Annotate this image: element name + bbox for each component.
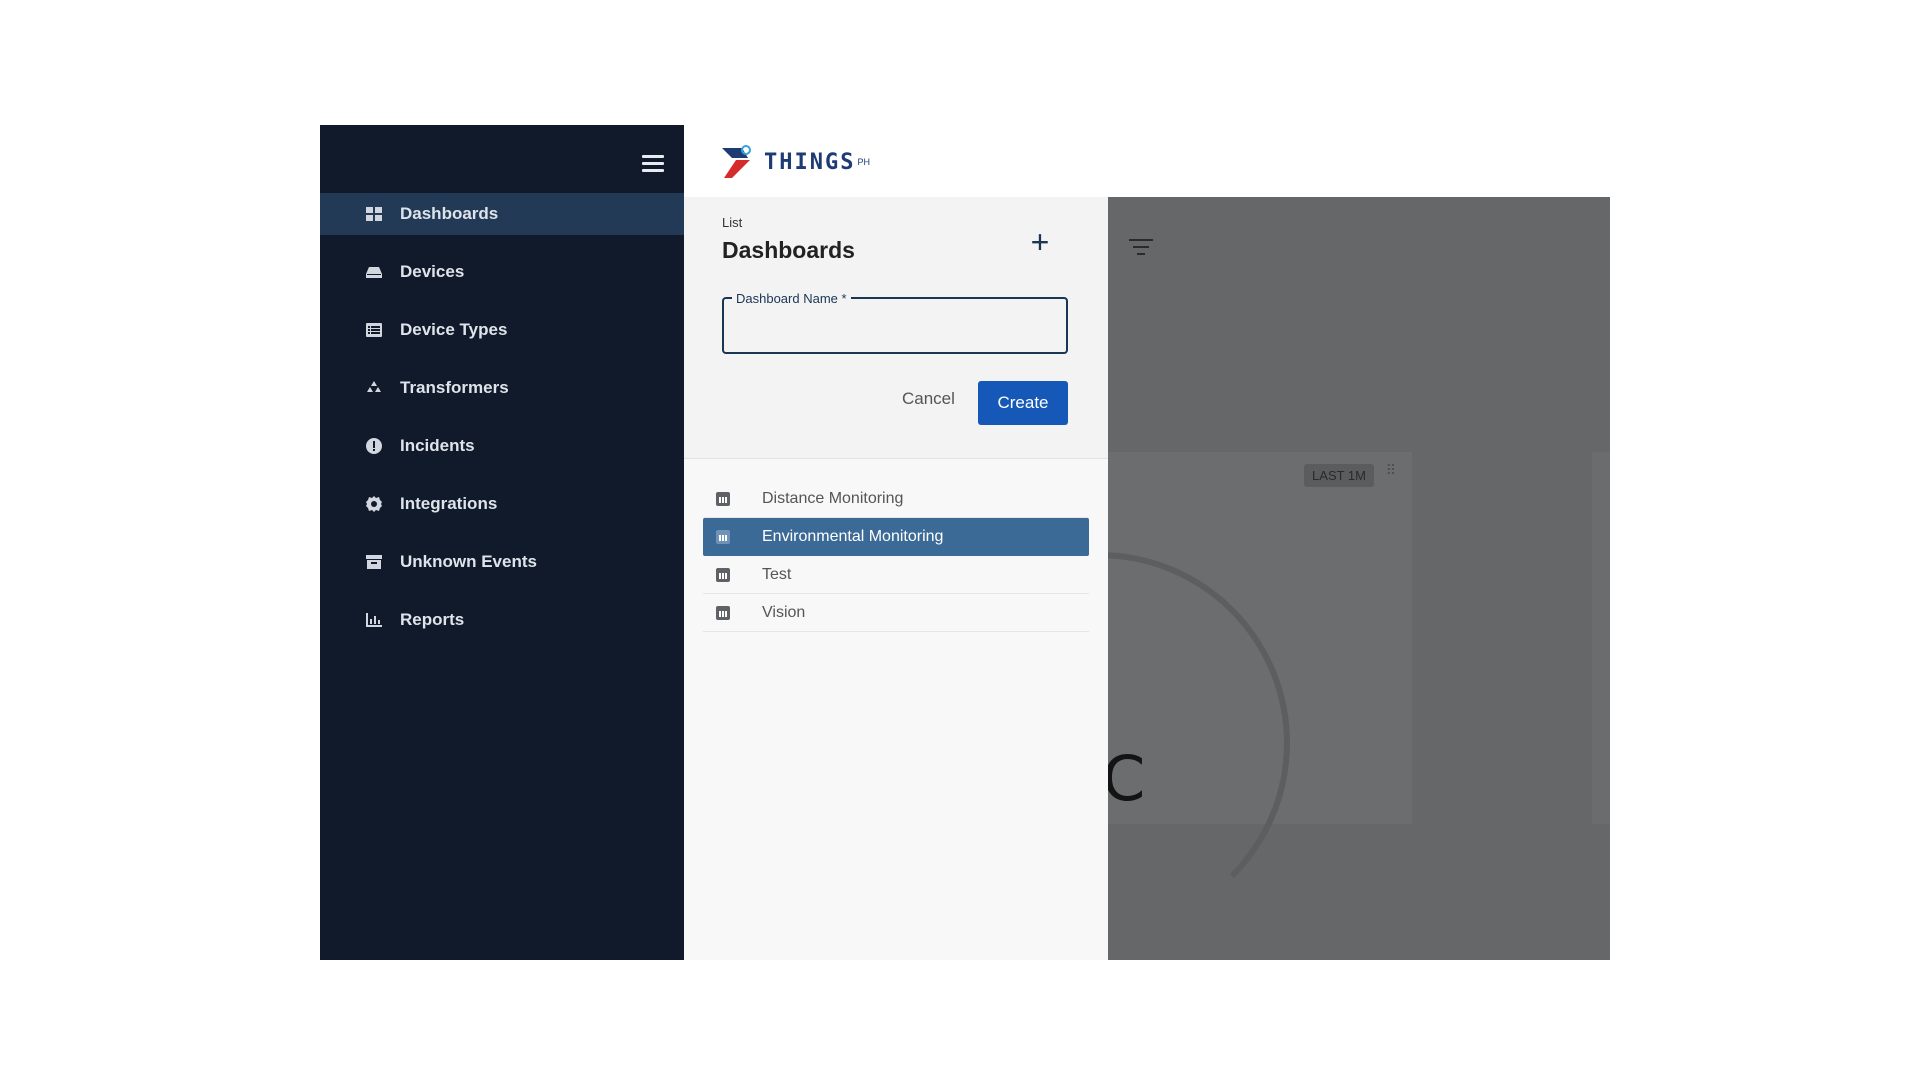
sidebar-item-label: Incidents [400, 436, 475, 455]
chart-icon [716, 530, 730, 544]
sidebar-item-incidents[interactable]: Incidents [320, 425, 684, 467]
sidebar-item-label: Devices [400, 262, 465, 281]
drag-handle-icon[interactable]: ⠿ [1386, 462, 1396, 479]
list-item[interactable]: Distance Monitoring [703, 480, 1089, 518]
dashboards-panel: List Dashboards + Dashboard Name * Cance… [684, 197, 1108, 960]
app-window: Dashboards Devices Device Types Transfor… [320, 125, 1610, 960]
dashboard-name-label: Dashboard Name * [732, 291, 851, 306]
list-item-label: Vision [762, 603, 806, 621]
alert-icon [364, 436, 384, 456]
sidebar-item-label: Dashboards [400, 204, 499, 223]
sidebar-item-label: Device Types [400, 320, 508, 339]
sidebar-item-reports[interactable]: Reports [320, 599, 684, 641]
sidebar-item-unknown-events[interactable]: Unknown Events [320, 541, 684, 583]
dashboard-icon [364, 204, 384, 224]
list-item[interactable]: Test [703, 556, 1089, 594]
dashboard-list: Distance Monitoring Environmental Monito… [703, 480, 1089, 632]
panel-title: Dashboards [722, 237, 855, 263]
list-item[interactable]: Vision [703, 594, 1089, 632]
breadcrumb: List [722, 215, 743, 230]
sidebar-item-label: Reports [400, 610, 465, 629]
dashboard-name-input[interactable] [724, 299, 1066, 352]
sidebar-item-label: Unknown Events [400, 552, 537, 571]
widget-card-edge [1592, 452, 1610, 824]
archive-icon [364, 552, 384, 572]
chart-icon [716, 605, 730, 620]
device-icon [364, 262, 384, 282]
list-item-label: Environmental Monitoring [762, 528, 944, 545]
time-range-badge[interactable]: LAST 1M [1304, 464, 1374, 487]
list-item-label: Test [762, 565, 792, 583]
gear-icon [364, 494, 384, 514]
sidebar-item-label: Integrations [400, 494, 498, 513]
list-item-label: Distance Monitoring [762, 489, 904, 507]
brand-name: THINGS [764, 149, 856, 175]
gauge-value: C [1102, 742, 1146, 815]
sidebar-item-dashboards[interactable]: Dashboards [320, 193, 684, 235]
create-button[interactable]: Create [978, 381, 1068, 425]
logo-icon [722, 145, 751, 178]
brand-suffix: PH [857, 157, 870, 167]
sidebar-nav: Dashboards Devices Device Types Transfor… [320, 193, 684, 657]
panel-header: List Dashboards + Dashboard Name * Cance… [684, 197, 1108, 459]
widget-card: C LAST 1M ⠿ [908, 452, 1412, 934]
filter-icon[interactable] [1128, 239, 1154, 259]
list-item-selected[interactable]: Environmental Monitoring [703, 518, 1089, 556]
dashboard-name-field[interactable]: Dashboard Name * [722, 291, 1068, 354]
sidebar-item-device-types[interactable]: Device Types [320, 309, 684, 351]
sidebar-item-integrations[interactable]: Integrations [320, 483, 684, 525]
sidebar-item-label: Transformers [400, 378, 509, 397]
sidebar: Dashboards Devices Device Types Transfor… [320, 125, 684, 960]
recycle-icon [364, 378, 384, 398]
list-icon [364, 320, 384, 340]
brand-logo[interactable]: THINGS PH [718, 137, 870, 187]
cancel-button[interactable]: Cancel [902, 389, 955, 409]
chart-icon [716, 491, 730, 506]
sidebar-item-devices[interactable]: Devices [320, 251, 684, 293]
bar-chart-icon [364, 610, 384, 630]
add-dashboard-button[interactable]: + [1024, 226, 1056, 259]
menu-toggle-icon[interactable] [642, 155, 664, 175]
sidebar-item-transformers[interactable]: Transformers [320, 367, 684, 409]
dashboard-backdrop[interactable]: C LAST 1M ⠿ [908, 197, 1610, 960]
chart-icon [716, 567, 730, 582]
